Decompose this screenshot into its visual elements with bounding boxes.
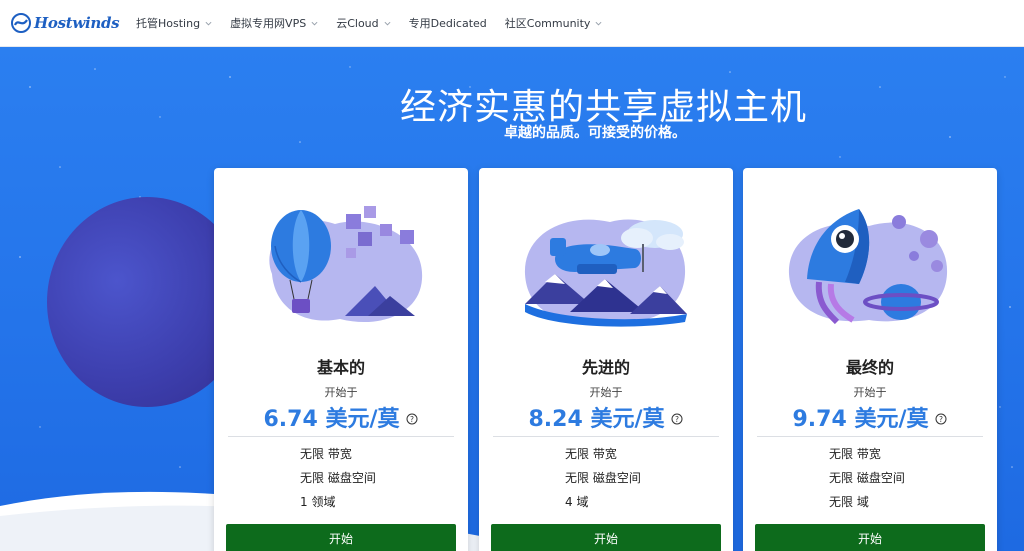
nav-item-label: 专用Dedicated (408, 17, 487, 30)
card-divider (757, 436, 983, 437)
plan-price: 8.24 美元/莫 (528, 407, 665, 432)
nav-item-community[interactable]: 社区Community (505, 15, 603, 31)
plan-price: 9.74 美元/莫 (792, 407, 929, 432)
chevron-down-icon (595, 21, 602, 26)
plan-card-ultimate: 最终的 开始于 9.74 美元/莫 ? 无限 带宽 无限 磁盘空间 无限 域 开… (743, 168, 997, 551)
svg-text:?: ? (939, 415, 943, 424)
feature-item: 无限 域 (829, 495, 869, 509)
get-started-button[interactable]: 开始 (755, 524, 985, 551)
hero-subtitle: 卓越的品质。可接受的价格。 (504, 125, 686, 141)
feature-item: 4 域 (565, 495, 589, 509)
starting-at-label: 开始于 (853, 386, 887, 399)
feature-item: 无限 磁盘空间 (829, 471, 905, 485)
feature-list: 无限 带宽 无限 磁盘空间 4 域 (565, 446, 641, 518)
nav-item-label: 社区Community (504, 17, 591, 30)
nav-item-label: 虚拟专用网VPS (230, 17, 307, 30)
svg-text:?: ? (675, 415, 679, 424)
hostwinds-logo[interactable]: Hostwinds (10, 13, 128, 33)
plan-name: 最终的 (845, 358, 894, 377)
feature-item: 无限 带宽 (829, 447, 881, 461)
help-circle-icon[interactable]: ? (935, 413, 947, 425)
starting-at-label: 开始于 (589, 386, 623, 399)
starting-at-label: 开始于 (324, 386, 358, 399)
feature-list: 无限 带宽 无限 磁盘空间 无限 域 (829, 446, 905, 518)
chevron-down-icon (384, 21, 391, 26)
nav-item-dedicated[interactable]: 专用Dedicated (409, 15, 487, 31)
card-divider (228, 436, 454, 437)
help-circle-icon[interactable]: ? (406, 413, 418, 425)
logo-swirl-icon (11, 13, 31, 33)
nav-item-cloud[interactable]: 云Cloud (336, 15, 391, 31)
svg-text:?: ? (410, 415, 414, 424)
get-started-button[interactable]: 开始 (226, 524, 456, 551)
feature-item: 无限 磁盘空间 (300, 471, 376, 485)
feature-item: 无限 磁盘空间 (565, 471, 641, 485)
get-started-button[interactable]: 开始 (491, 524, 721, 551)
feature-list: 无限 带宽 无限 磁盘空间 1 领域 (300, 446, 376, 518)
card-divider (493, 436, 719, 437)
chevron-down-icon (311, 21, 318, 26)
plan-name: 基本的 (316, 358, 365, 377)
nav-item-label: 云Cloud (336, 17, 379, 30)
hot-air-balloon-illustration (269, 206, 423, 323)
feature-item: 无限 带宽 (300, 447, 352, 461)
logo-text: Hostwinds (34, 14, 120, 32)
plan-card-basic: 基本的 开始于 6.74 美元/莫 ? 无限 带宽 无限 磁盘空间 1 领域 开… (214, 168, 468, 551)
airplane-illustration (524, 219, 687, 327)
top-navigation: Hostwinds 托管Hosting 虚拟专用网VPS 云Cloud 专用De… (0, 0, 1024, 47)
nav-item-label: 托管Hosting (136, 17, 201, 30)
rocket-illustration (788, 209, 948, 325)
plan-name: 先进的 (581, 358, 630, 377)
nav-item-hosting[interactable]: 托管Hosting (136, 15, 212, 31)
feature-item: 无限 带宽 (565, 447, 617, 461)
plan-price: 6.74 美元/莫 (263, 407, 400, 432)
plan-card-advanced: 先进的 开始于 8.24 美元/莫 ? 无限 带宽 无限 磁盘空间 4 域 开始 (479, 168, 733, 551)
chevron-down-icon (205, 21, 212, 26)
feature-item: 1 领域 (300, 495, 336, 509)
nav-item-vps[interactable]: 虚拟专用网VPS (230, 15, 318, 31)
help-circle-icon[interactable]: ? (671, 413, 683, 425)
